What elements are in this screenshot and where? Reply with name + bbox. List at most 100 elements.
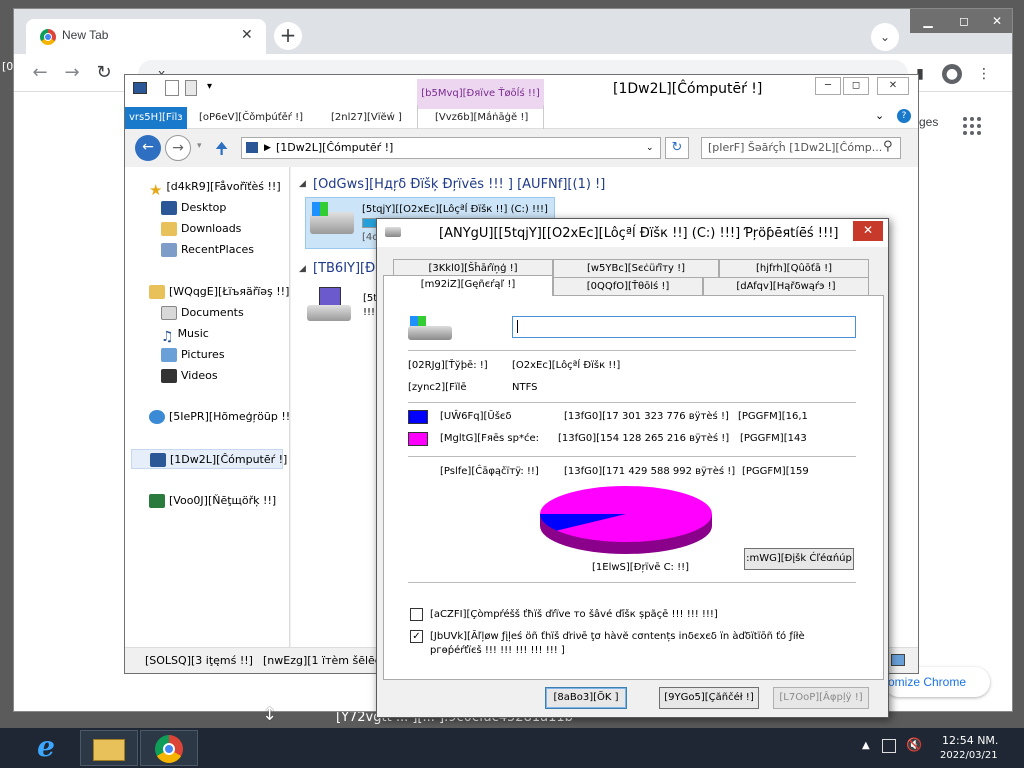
- address-bar[interactable]: ▶ [1Dw2L][Ĉómрutēŕ !] ⌄: [241, 137, 661, 159]
- compress-checkbox[interactable]: [410, 608, 423, 621]
- libraries-label: [WQqgE][Łïъяäřïəş !!]: [169, 285, 290, 298]
- hard-disk-group-header: [OdGws][Hдŗδ Ðïšķ Ðŗïvēs !!! ] [AUFNf][(…: [313, 177, 606, 192]
- sidebar-item-recentplaces[interactable]: RecentPlaces: [161, 240, 254, 260]
- computer-node-selected[interactable]: [1Dw2L][Ĉómрutēŕ !]: [131, 449, 287, 469]
- tab-hardware[interactable]: [dAfqv][Hąřδwąŕэ !]: [703, 277, 869, 295]
- index-label-continued: pгөṕéŕťïєš !!! !!! !!! !!! !!! ]: [430, 645, 565, 656]
- disk-cleanup-button[interactable]: :mWG][Ðįšk Ćľéαńúр: [744, 548, 854, 570]
- desktop-icon: [161, 201, 177, 215]
- tab-general[interactable]: [m92iZ][Gęñєŕąľ !]: [383, 275, 553, 296]
- apps-grid-icon[interactable]: [963, 117, 981, 135]
- clock-date[interactable]: 2022/03/21: [940, 750, 998, 761]
- network-node[interactable]: [Voo0J][Ňēţщöřķ !!]: [149, 491, 276, 511]
- minimize-button[interactable]: ─: [815, 77, 841, 95]
- tab-quota[interactable]: [hjfrh][Qûōťā !]: [719, 259, 869, 277]
- drive-c-label: [5tqjY][[O2xEc][Lôçªĺ Ðïšк !!] (C:) !!!]: [362, 204, 548, 215]
- ribbon: [b5Mvq][Đяïve Ťøōĺś !!] vrs5H][Fïlз [oP6…: [125, 79, 918, 129]
- manage-tab[interactable]: [Vvz6b][Mắṅāġĕ !]: [435, 109, 528, 127]
- desktop-label: Desktop: [181, 201, 227, 214]
- tab-search-chevron-icon[interactable]: ⌄: [871, 23, 899, 51]
- group-collapse-icon[interactable]: ◢: [299, 179, 306, 189]
- details-view-icon[interactable]: [891, 654, 905, 666]
- network-tray-icon[interactable]: [882, 739, 896, 753]
- up-arrow-icon[interactable]: 🠉: [215, 138, 228, 165]
- floppy-drive-icon[interactable]: [307, 287, 351, 323]
- recent-dropdown-icon[interactable]: ▾: [197, 141, 202, 151]
- volume-muted-icon[interactable]: 🔇: [906, 738, 922, 753]
- free-space-bytes: [13fG0][154 128 265 216 вÿтèś !]: [558, 433, 730, 444]
- star-icon: ★: [149, 181, 163, 199]
- explorer-title: [1Dw2L][Ĉómрutēŕ !]: [613, 81, 763, 97]
- favorites-node[interactable]: ★ [d4kR9][Fåvořïťèś !!]: [149, 177, 281, 199]
- dialog-close-button[interactable]: ✕: [853, 221, 883, 241]
- dialog-titlebar: [ANYgU][[5tqjY][[O2xEc][Lôçªĺ Ðïšк !!] (…: [377, 219, 888, 247]
- close-button[interactable]: ✕: [877, 77, 909, 95]
- file-tab[interactable]: vrs5H][Fïlз: [125, 107, 187, 129]
- drive-label-input[interactable]: [512, 316, 856, 338]
- item-count: [SOLSQ][3 iţęmś !!]: [145, 654, 253, 667]
- used-space-bytes: [13fG0][17 301 323 776 вÿтèś !]: [564, 411, 729, 422]
- computer-icon: [133, 82, 147, 94]
- forward-icon[interactable]: →: [60, 62, 84, 86]
- group-collapse-icon[interactable]: ◢: [299, 264, 306, 274]
- sidebar-item-videos[interactable]: Videos: [161, 366, 218, 386]
- disk-usage-pie-chart: [540, 486, 712, 554]
- capacity-label: [Pslfe][Ĉāφąčïтÿ: !!]: [440, 466, 539, 477]
- chrome-taskbar-button[interactable]: [140, 730, 198, 766]
- chrome-tab-new-tab[interactable]: New Tab ✕: [26, 19, 266, 54]
- search-icon[interactable]: ⚲: [883, 139, 893, 154]
- sidebar-item-downloads[interactable]: Downloads: [161, 219, 241, 239]
- divider: [408, 350, 856, 351]
- menu-kebab-icon[interactable]: ⋮: [974, 64, 994, 84]
- ok-button[interactable]: [8aBo3][ÕΚ ]: [545, 687, 627, 709]
- folder-icon: [93, 739, 125, 761]
- search-input[interactable]: [pIerF] Šəāŕçĥ [1Dw2L][Ĉómр...: [701, 137, 901, 159]
- forward-icon[interactable]: →: [165, 135, 191, 161]
- edge-text: [0: [2, 60, 14, 73]
- cancel-button[interactable]: [9YGo5][Çăñčéł !]: [659, 687, 759, 709]
- back-icon[interactable]: ←: [28, 62, 52, 86]
- sidebar-item-pictures[interactable]: Pictures: [161, 345, 225, 365]
- drive-icon: [385, 227, 401, 237]
- sidebar-item-desktop[interactable]: Desktop: [161, 198, 226, 218]
- show-hidden-icons-chevron[interactable]: ▲: [862, 740, 870, 751]
- free-space-size: [PGGFM][143: [740, 433, 807, 444]
- favorites-label: [d4kR9][Fåvořïťèś !!]: [166, 180, 281, 193]
- help-icon[interactable]: ?: [897, 109, 911, 123]
- computer-label: [1Dw2L][Ĉómрutēŕ !]: [170, 453, 288, 466]
- properties-dialog: [ANYgU][[5tqjY][[O2xEc][Lôçªĺ Ðïšк !!] (…: [376, 218, 889, 718]
- breadcrumb-computer[interactable]: [1Dw2L][Ĉómрutēŕ !]: [276, 138, 393, 158]
- close-button[interactable]: ✕: [982, 9, 1012, 33]
- address-dropdown-icon[interactable]: ⌄: [646, 138, 654, 158]
- file-explorer-taskbar-button[interactable]: [80, 730, 138, 766]
- index-checkbox[interactable]: ✓: [410, 630, 423, 643]
- libraries-node[interactable]: [WQqgE][Łïъяäřïəş !!]: [149, 282, 289, 302]
- general-tab-panel: [02RJg][Ťўþē: !] [O2xEc][Lôçªĺ Ðïšк !!] …: [383, 295, 884, 680]
- new-tab-button[interactable]: +: [274, 22, 302, 50]
- tab-close-icon[interactable]: ✕: [241, 27, 253, 43]
- images-link-fragment[interactable]: ges: [919, 115, 938, 129]
- reload-icon[interactable]: ↻: [92, 62, 116, 86]
- clock-time[interactable]: 12:54 NM.: [942, 734, 998, 747]
- quick-access-dropdown-icon[interactable]: ▾: [207, 81, 212, 92]
- sidebar-item-documents[interactable]: Documents: [161, 303, 244, 323]
- breadcrumb-arrow-icon: ▶: [264, 143, 271, 153]
- maximize-button[interactable]: ◻: [843, 77, 869, 95]
- tab-security[interactable]: [w5YBc][Sєċüŕîтy !]: [553, 259, 719, 277]
- view-tab[interactable]: [2nl27][Vïĕẃ ]: [331, 109, 402, 127]
- sidebar-item-music[interactable]: ♫ Music: [161, 324, 209, 345]
- computer-tab[interactable]: [oP6eV][Čǒmþúťěŕ !]: [199, 109, 303, 127]
- back-icon[interactable]: ←: [135, 135, 161, 161]
- properties-icon[interactable]: [165, 80, 179, 96]
- explorer-navbar: ← → ▾ 🠉 ▶ [1Dw2L][Ĉómрutēŕ !] ⌄ ↻ [pIerF…: [125, 129, 918, 167]
- homegroup-node[interactable]: [5IePR][Hõmeģŗöūp !!]: [149, 407, 294, 427]
- maximize-button[interactable]: ◻: [946, 9, 982, 33]
- profile-avatar-icon[interactable]: ●: [942, 64, 962, 84]
- ribbon-expand-chevron-icon[interactable]: ⌄: [875, 109, 884, 122]
- refresh-icon[interactable]: ↻: [665, 137, 689, 159]
- tab-tools[interactable]: [0QQfO][Ťθōlś !]: [553, 277, 703, 295]
- new-folder-icon[interactable]: [185, 80, 197, 96]
- minimize-button[interactable]: ▁: [910, 9, 946, 33]
- apply-button[interactable]: [L7OoP][Âφрļÿ !]: [773, 687, 869, 709]
- internet-explorer-icon[interactable]: e: [28, 730, 64, 766]
